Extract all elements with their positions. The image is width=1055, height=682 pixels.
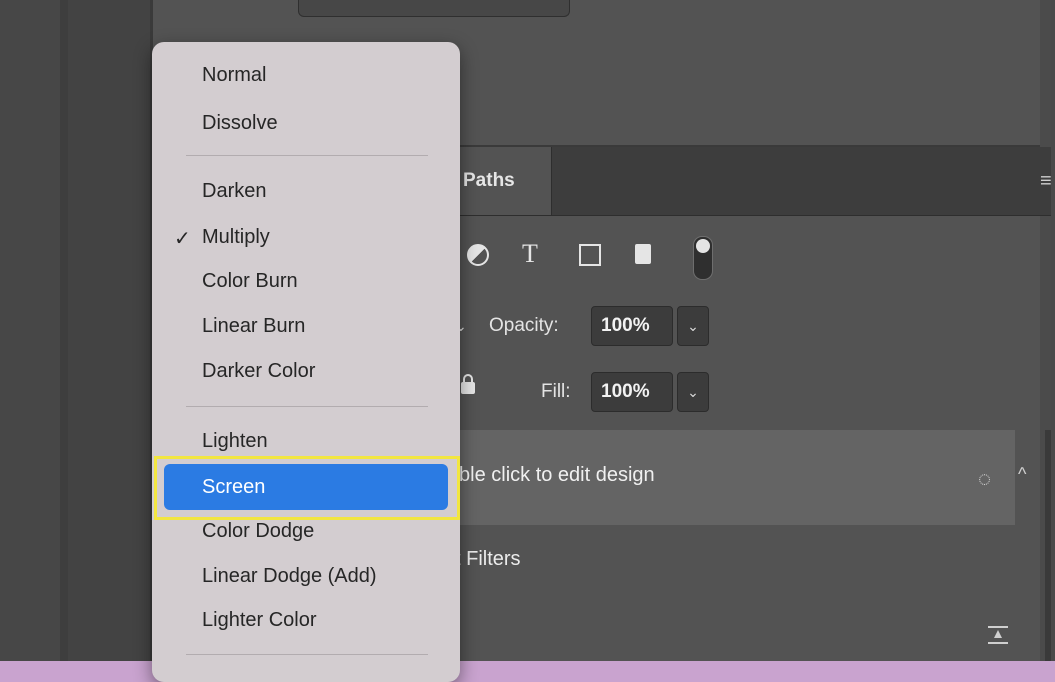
menu-divider [186, 155, 428, 156]
chevron-down-icon[interactable]: ⌄ [677, 372, 709, 412]
lock-icon[interactable] [461, 374, 475, 394]
smart-filters-row[interactable]: t Filters [455, 548, 521, 571]
transform-icon[interactable] [579, 244, 601, 266]
menu-item-darken[interactable]: Darken [202, 180, 266, 203]
blend-mode-dropdown: Normal Dissolve Darken ✓ Multiply Color … [152, 42, 460, 682]
opacity-label: Opacity: [489, 315, 559, 336]
smart-object-icon[interactable] [635, 244, 651, 264]
caret-up-icon[interactable]: ^ [1018, 464, 1026, 485]
menu-item-color-burn[interactable]: Color Burn [202, 270, 298, 293]
menu-item-normal[interactable]: Normal [202, 64, 266, 87]
menu-item-lighten[interactable]: Lighten [202, 430, 268, 453]
menu-item-darker-color[interactable]: Darker Color [202, 360, 315, 383]
menu-divider [186, 654, 428, 655]
menu-item-linear-burn[interactable]: Linear Burn [202, 315, 305, 338]
adjustment-circle-icon[interactable] [467, 244, 489, 266]
tab-paths-label: Paths [463, 170, 515, 191]
search-field[interactable] [298, 0, 570, 17]
opacity-input[interactable]: 100% [591, 306, 673, 346]
filter-toggle-icon[interactable] [693, 236, 713, 280]
menu-item-lighter-color[interactable]: Lighter Color [202, 609, 317, 632]
menu-item-linear-dodge[interactable]: Linear Dodge (Add) [202, 565, 377, 588]
menu-divider [186, 406, 428, 407]
middle-column [68, 0, 152, 661]
layer-row[interactable]: ble click to edit design [455, 430, 1015, 525]
fill-value: 100% [601, 381, 650, 402]
scrollbar[interactable] [1045, 430, 1051, 661]
layer-filter-toolbar: T [455, 228, 755, 284]
menu-item-multiply[interactable]: Multiply [202, 226, 270, 249]
opacity-value: 100% [601, 315, 650, 336]
chevron-down-icon[interactable]: ⌄ [677, 306, 709, 346]
smart-filter-icon[interactable]: ◌ [978, 466, 991, 492]
fill-label: Fill: [541, 381, 571, 402]
menu-item-dissolve[interactable]: Dissolve [202, 112, 278, 135]
tab-paths[interactable]: Paths [455, 147, 552, 215]
layer-name: ble click to edit design [459, 464, 655, 486]
type-icon[interactable]: T [522, 241, 538, 267]
column-divider[interactable] [60, 0, 68, 661]
callout-highlight-box [154, 456, 460, 520]
left-column [0, 0, 60, 661]
menu-item-color-dodge[interactable]: Color Dodge [202, 520, 314, 543]
checkmark-icon: ✓ [174, 228, 191, 250]
fill-input[interactable]: 100% [591, 372, 673, 412]
panel-menu-icon[interactable]: ≡ [1040, 170, 1052, 193]
filter-options-icon[interactable] [988, 626, 1008, 644]
